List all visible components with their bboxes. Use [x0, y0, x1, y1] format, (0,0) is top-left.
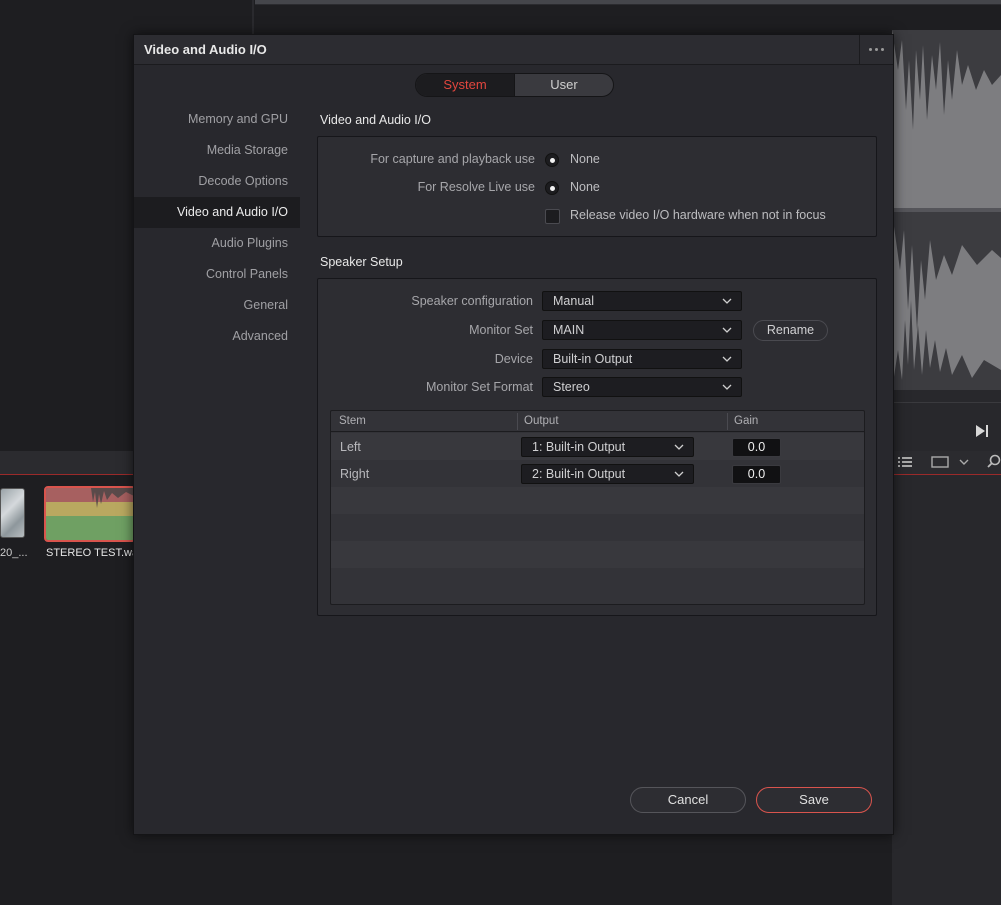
chevron-down-icon: [674, 444, 684, 450]
release-hardware-label: Release video I/O hardware when not in f…: [570, 208, 826, 222]
sidebar-item-control-panels[interactable]: Control Panels: [134, 259, 300, 290]
capture-playback-label: For capture and playback use: [370, 152, 535, 166]
chevron-down-icon: [722, 356, 732, 362]
monitor-set-value: MAIN: [553, 323, 585, 337]
empty-table-row: [331, 514, 864, 541]
capture-none-radio[interactable]: [545, 153, 559, 167]
table-row: Right 2: Built-in Output 0.0: [331, 460, 864, 487]
empty-table-row: [331, 541, 864, 568]
output-value: 2: Built-in Output: [532, 467, 626, 481]
monitor-set-label: Monitor Set: [469, 323, 533, 337]
speaker-config-label: Speaker configuration: [411, 294, 533, 308]
stem-table: Stem Output Gain Left 1: Built-in Output…: [330, 410, 865, 605]
gain-input[interactable]: 0.0: [732, 465, 781, 484]
chevron-down-icon: [722, 384, 732, 390]
output-select[interactable]: 2: Built-in Output: [521, 464, 694, 484]
background-topline: [255, 4, 1001, 5]
speaker-setup-section-title: Speaker Setup: [320, 255, 403, 269]
output-select[interactable]: 1: Built-in Output: [521, 437, 694, 457]
chevron-down-icon: [722, 327, 732, 333]
video-io-section-title: Video and Audio I/O: [320, 113, 431, 127]
header-divider: [331, 431, 864, 432]
sidebar-item-general[interactable]: General: [134, 290, 300, 321]
release-hardware-checkbox[interactable]: [545, 209, 560, 224]
preferences-sidebar: Memory and GPU Media Storage Decode Opti…: [134, 104, 300, 352]
search-icon[interactable]: [987, 454, 1001, 468]
background-audio-waveform: [892, 30, 1001, 390]
live-none-radio[interactable]: [545, 181, 559, 195]
resolve-live-label: For Resolve Live use: [417, 180, 535, 194]
dialog-title: Video and Audio I/O: [144, 42, 267, 57]
video-io-panel: For capture and playback use None For Re…: [317, 136, 877, 237]
stem-name: Right: [340, 467, 370, 481]
chevron-down-icon: [674, 471, 684, 477]
background-accent-line-left: [0, 474, 134, 475]
sidebar-item-audio-plugins[interactable]: Audio Plugins: [134, 228, 300, 259]
device-label: Device: [494, 352, 533, 366]
device-select[interactable]: Built-in Output: [542, 349, 742, 369]
live-none-label: None: [570, 180, 600, 194]
table-row: Left 1: Built-in Output 0.0: [331, 433, 864, 460]
rename-button[interactable]: Rename: [753, 320, 828, 341]
save-button[interactable]: Save: [756, 787, 872, 813]
output-value: 1: Built-in Output: [532, 440, 626, 454]
sidebar-item-decode-options[interactable]: Decode Options: [134, 166, 300, 197]
monitor-set-format-label: Monitor Set Format: [426, 380, 533, 394]
tab-system[interactable]: System: [416, 74, 515, 96]
system-user-switch: System User: [415, 73, 614, 97]
gain-input[interactable]: 0.0: [732, 438, 781, 457]
sidebar-item-video-audio-io[interactable]: Video and Audio I/O: [134, 197, 300, 228]
play-to-end-icon[interactable]: [975, 424, 989, 438]
list-view-icon[interactable]: [897, 455, 913, 469]
speaker-config-select[interactable]: Manual: [542, 291, 742, 311]
preferences-dialog: Video and Audio I/O System User Memory a…: [133, 34, 894, 835]
stem-name: Left: [340, 440, 361, 454]
chevron-down-icon[interactable]: [958, 456, 970, 468]
gain-column-header: Gain: [734, 415, 759, 427]
tab-user[interactable]: User: [515, 74, 613, 96]
more-options-button[interactable]: [859, 35, 893, 64]
device-value: Built-in Output: [553, 352, 633, 366]
background-media-pool-bar: [0, 451, 134, 474]
column-divider: [727, 413, 728, 430]
sidebar-item-media-storage[interactable]: Media Storage: [134, 135, 300, 166]
sidebar-item-memory-gpu[interactable]: Memory and GPU: [134, 104, 300, 135]
monitor-set-select[interactable]: MAIN: [542, 320, 742, 340]
background-accent-line: [892, 474, 1001, 475]
clip-label: 20_...: [0, 547, 28, 559]
speaker-config-value: Manual: [553, 294, 594, 308]
capture-none-label: None: [570, 152, 600, 166]
audio-clip-thumbnail[interactable]: [44, 486, 136, 542]
clip-thumbnail[interactable]: [0, 488, 25, 538]
dialog-header: Video and Audio I/O: [134, 35, 893, 65]
stem-column-header: Stem: [339, 415, 366, 427]
monitor-set-format-select[interactable]: Stereo: [542, 377, 742, 397]
monitor-set-format-value: Stereo: [553, 380, 590, 394]
audio-clip-label: STEREO TEST.wav: [46, 547, 134, 559]
column-divider: [517, 413, 518, 430]
sidebar-item-advanced[interactable]: Advanced: [134, 321, 300, 352]
output-column-header: Output: [524, 415, 559, 427]
clip-view-icon[interactable]: [931, 456, 949, 468]
empty-table-row: [331, 487, 864, 514]
chevron-down-icon: [722, 298, 732, 304]
empty-table-row: [331, 568, 864, 595]
cancel-button[interactable]: Cancel: [630, 787, 746, 813]
background-divider: [252, 0, 254, 34]
